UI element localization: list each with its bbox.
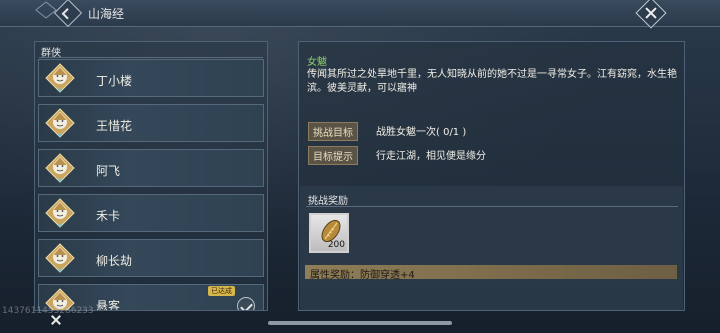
attribute-reward-text: 属性奖励：防御穿透+4 [310, 270, 415, 281]
avatar-icon [45, 243, 75, 273]
character-name: 禾卡 [96, 209, 121, 223]
challenge-target-label: 挑战目标 [308, 122, 358, 141]
list-item[interactable]: 禾卡 [38, 194, 264, 232]
watermark: 1437611453286233 [2, 306, 94, 316]
check-icon [237, 297, 255, 310]
hint-value: 行走江湖，相见便是缘分 [376, 151, 486, 162]
list-item[interactable]: 阿飞 [38, 149, 264, 187]
list-item[interactable]: 王惜花 [38, 104, 264, 142]
list-item[interactable]: 丁小楼 [38, 59, 264, 97]
page-title: 山海经 [88, 7, 125, 21]
divider [306, 206, 678, 207]
character-list-panel: 群侠 丁小楼 王惜花 阿飞 禾卡 柳长劫 悬客 已达成 [34, 41, 268, 311]
hint-label: 目标提示 [308, 146, 358, 165]
character-list: 丁小楼 王惜花 阿飞 禾卡 柳长劫 悬客 已达成 [38, 59, 264, 311]
avatar-icon [45, 63, 75, 93]
home-indicator [268, 321, 452, 325]
chevron-left-icon [61, 8, 73, 20]
character-name: 悬客 [96, 299, 121, 311]
detail-description: 传闻其所过之处旱地千里，无人知晓从前的她不过是一寻常女子。江有窈窕，水生艳滨。彼… [307, 69, 677, 94]
reward-title: 挑战奖励 [308, 196, 348, 207]
close-button[interactable] [635, 0, 667, 29]
character-name: 丁小楼 [96, 74, 133, 88]
character-name: 王惜花 [96, 119, 133, 133]
list-item[interactable]: 柳长劫 [38, 239, 264, 277]
challenge-target-value: 战胜女魃一次( 0/1 ) [376, 127, 467, 138]
avatar-icon [45, 108, 75, 138]
detail-name: 女魃 [307, 57, 327, 68]
reward-item-slot[interactable]: 200 [309, 213, 349, 253]
divider [39, 57, 263, 58]
attribute-reward-bar: 属性奖励：防御穿透+4 [305, 265, 677, 281]
top-bar: 山海经 [0, 0, 720, 29]
reward-section: 挑战奖励 200 属性奖励：防御穿透+4 [300, 186, 683, 310]
item-quantity: 200 [327, 240, 345, 250]
ornament-icon [35, 1, 57, 19]
character-name: 柳长劫 [96, 254, 133, 268]
detail-panel: 女魃 传闻其所过之处旱地千里，无人知晓从前的她不过是一寻常女子。江有窈窕，水生艳… [298, 41, 685, 311]
close-icon[interactable] [50, 314, 62, 326]
back-button[interactable] [53, 0, 83, 28]
avatar-icon [45, 198, 75, 228]
avatar-icon [45, 153, 75, 183]
character-name: 阿飞 [96, 164, 121, 178]
status-badge: 已达成 [208, 286, 235, 296]
